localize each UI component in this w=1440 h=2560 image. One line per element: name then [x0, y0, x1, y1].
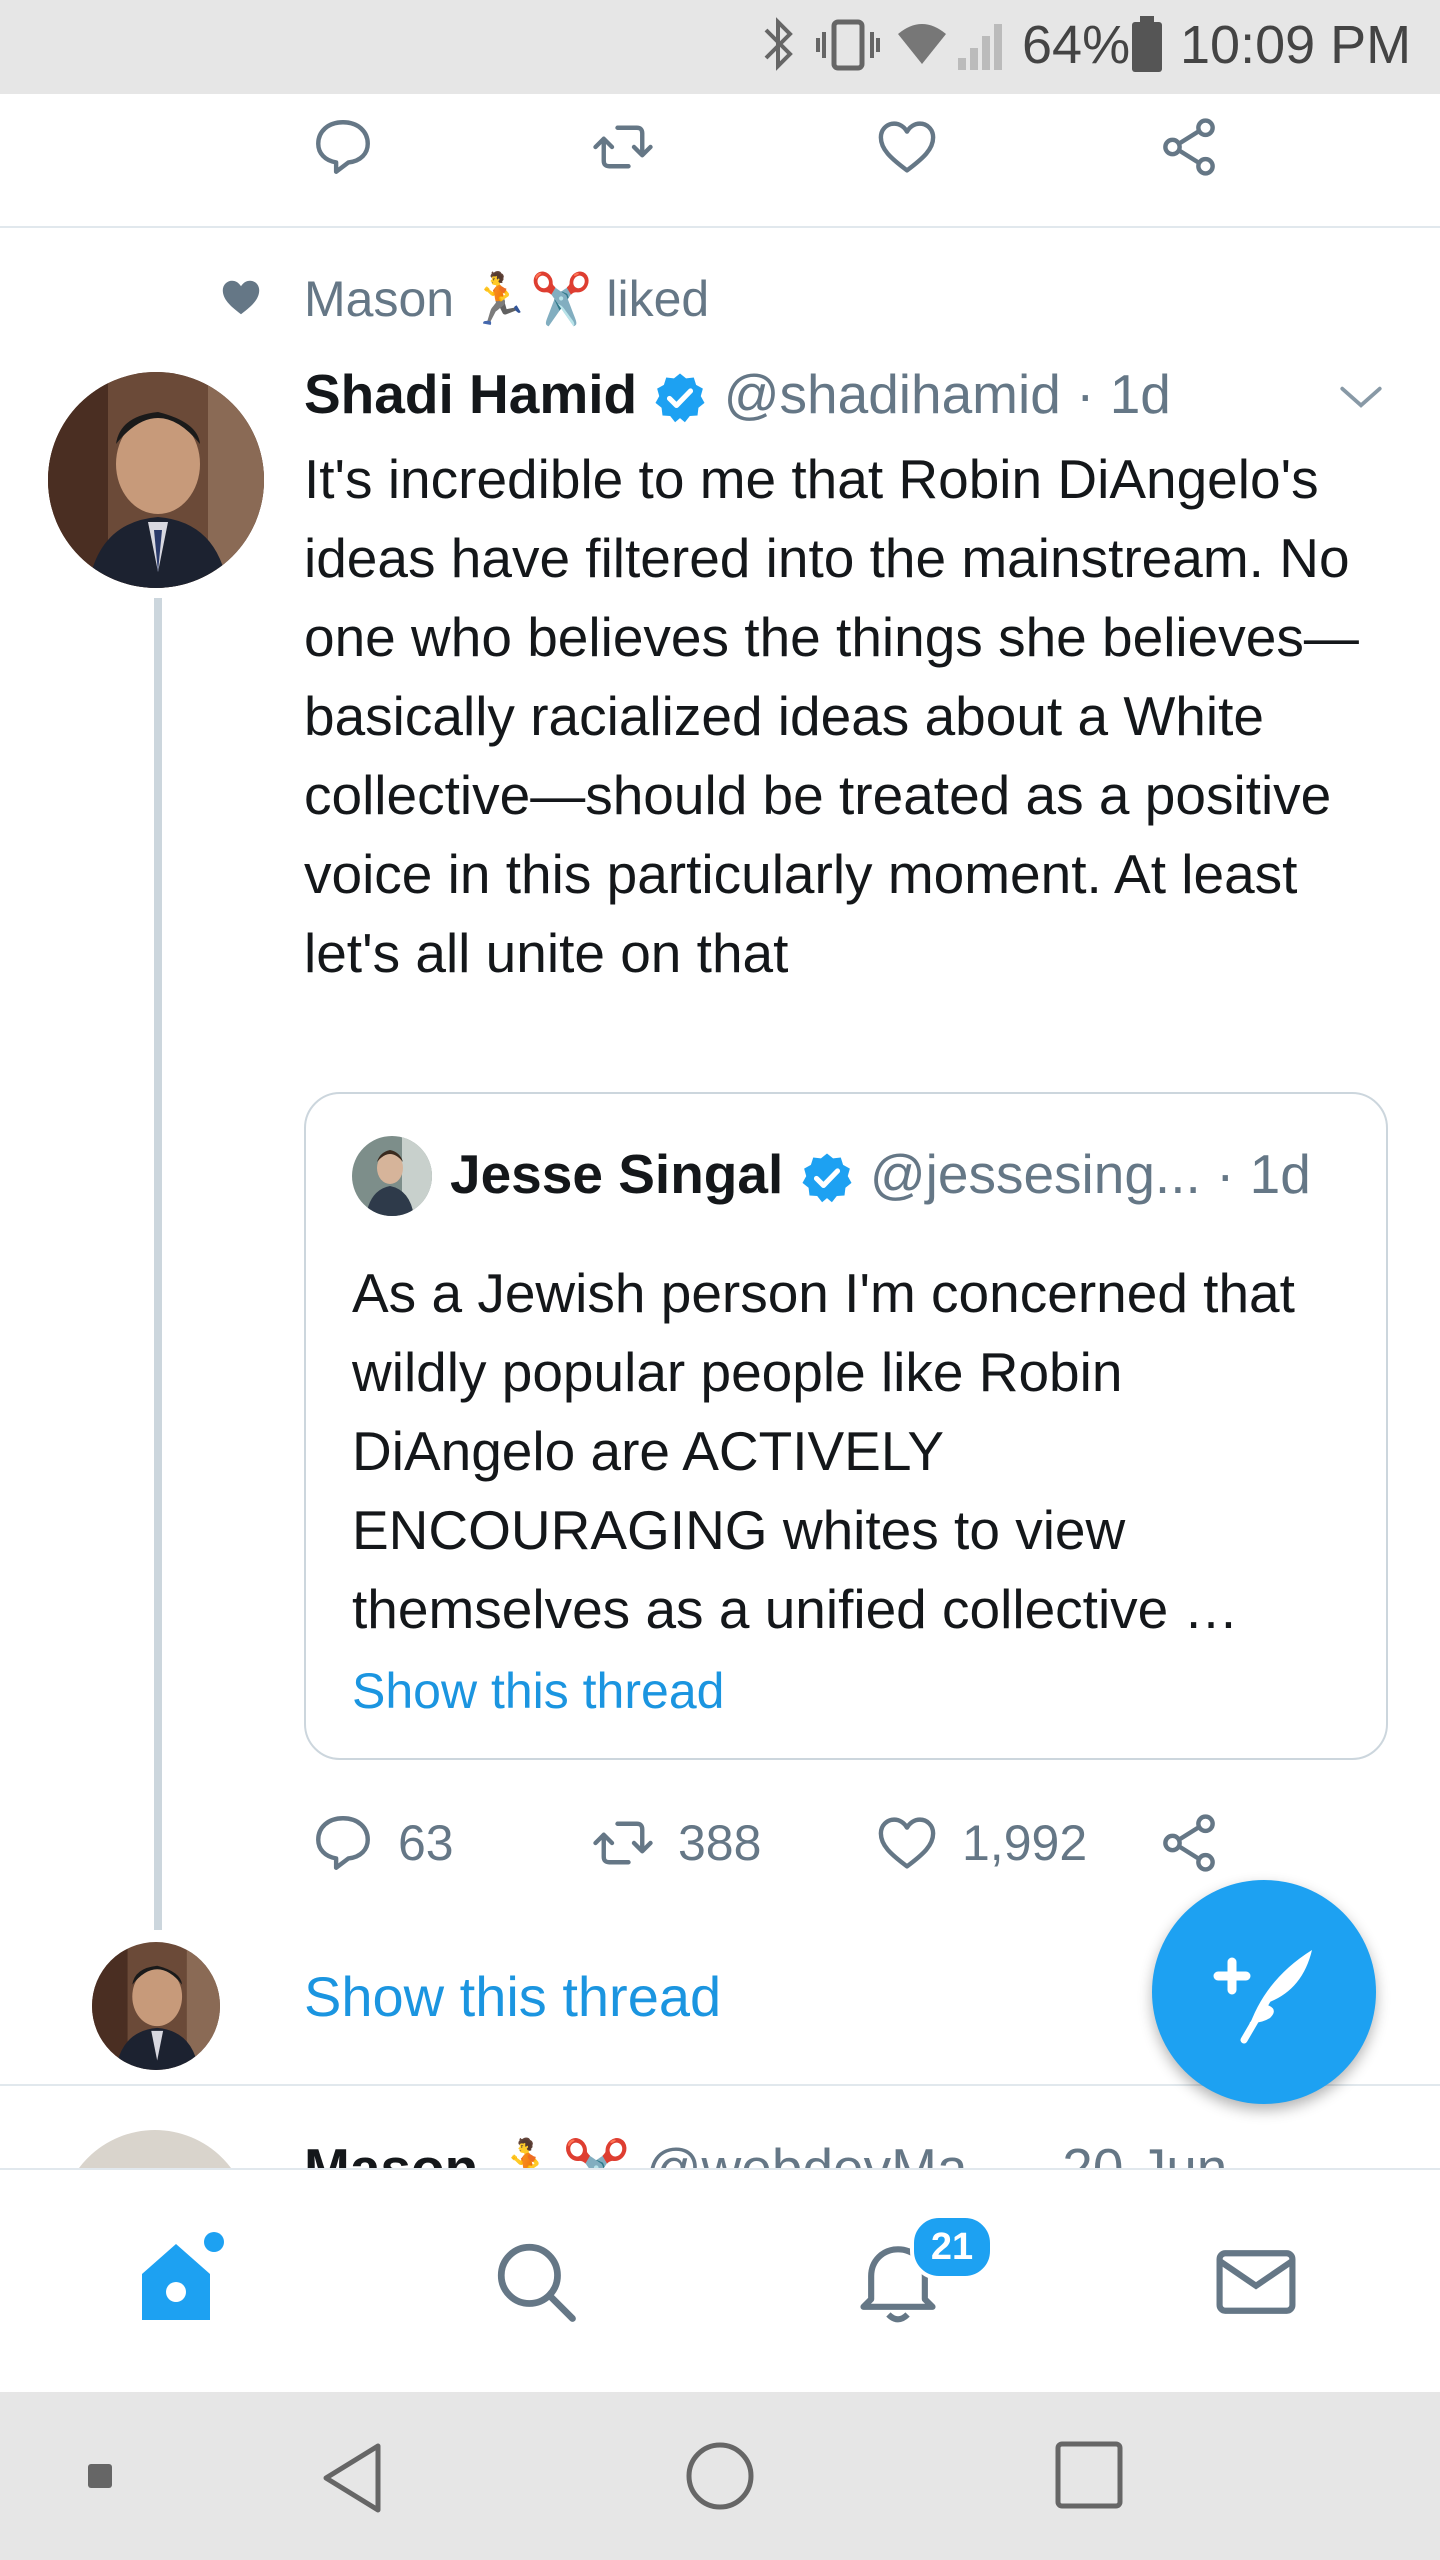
next-tweet-header: Mason 🏃✂️ @webdevMa... · 20 Jun [304, 2136, 1227, 2168]
retweet-count: 388 [678, 1815, 762, 1871]
back-button[interactable] [318, 2440, 388, 2521]
home-circle-icon [686, 2442, 754, 2510]
share-icon [1163, 118, 1215, 176]
battery-icon [1130, 14, 1164, 87]
system-nav-bar [0, 2392, 1440, 2560]
avatar[interactable] [48, 372, 264, 588]
nav-messages[interactable] [1210, 2236, 1302, 2333]
share-button[interactable] [1156, 1810, 1222, 1876]
next-tweet-time: · 20 Jun [1028, 2137, 1228, 2168]
tweet-text: It's incredible to me that Robin DiAngel… [304, 448, 1365, 984]
next-tweet-avatar [60, 2130, 250, 2168]
like-button[interactable]: 1,992 [874, 1810, 1087, 1876]
search-icon [497, 2243, 576, 2322]
share-icon [1163, 1814, 1215, 1872]
retweet-button[interactable]: 388 [590, 1810, 761, 1876]
notifications-badge: 21 [910, 2214, 994, 2280]
share-button[interactable] [1156, 114, 1222, 180]
nav-search[interactable] [490, 2236, 580, 2331]
reply-button[interactable] [310, 114, 376, 180]
reply-count: 63 [398, 1815, 454, 1871]
mail-icon [1216, 2250, 1296, 2314]
next-author-handle: @webdevMa... [645, 2137, 1014, 2168]
social-action: liked [606, 271, 710, 327]
recents-button[interactable] [1054, 2440, 1124, 2515]
reply-icon [316, 120, 370, 174]
tweet-header: Shadi Hamid @shadihamid · 1d [304, 362, 1171, 426]
like-icon [878, 1817, 936, 1869]
liker-name: Mason [304, 271, 455, 327]
like-icon [878, 121, 936, 173]
author-name[interactable]: Shadi Hamid [304, 363, 637, 425]
bluetooth-icon [762, 14, 796, 87]
verified-badge-icon [802, 1153, 852, 1203]
retweet-icon [593, 1821, 653, 1865]
quoted-time: · 1d [1216, 1143, 1311, 1205]
reply-button[interactable]: 63 [310, 1810, 454, 1876]
tweet-time: · 1d [1076, 363, 1171, 425]
quoted-tweet[interactable]: Jesse Singal @jessesing... · 1d As a Jew… [304, 1092, 1388, 1760]
thread-avatar[interactable] [92, 1942, 220, 2070]
compose-tweet-button[interactable] [1152, 1880, 1376, 2104]
vibrate-icon [816, 14, 880, 87]
signal-icon [954, 14, 1010, 87]
chevron-down-icon [1340, 386, 1382, 408]
home-nav-button[interactable] [684, 2440, 756, 2517]
quoted-header: Jesse Singal @jessesing... · 1d [450, 1142, 1311, 1206]
quoted-text: As a Jewish person I'm concerned that wi… [352, 1262, 1295, 1640]
show-thread-link[interactable]: Show this thread [304, 1964, 721, 2029]
tweet-divider [0, 226, 1440, 228]
quoted-author-name: Jesse Singal [450, 1143, 784, 1205]
tweet-menu-button[interactable] [1336, 372, 1386, 427]
compose-feather-icon [1213, 1950, 1312, 2044]
social-context[interactable]: Mason 🏃✂️ liked [304, 270, 709, 329]
retweet-button[interactable] [590, 114, 656, 180]
quoted-show-thread-link[interactable]: Show this thread [352, 1662, 724, 1720]
like-button[interactable] [874, 114, 940, 180]
home-icon [142, 2232, 224, 2320]
battery-percent: 64% [1022, 15, 1131, 75]
nav-home[interactable] [130, 2224, 234, 2333]
liker-emoji: 🏃✂️ [467, 271, 593, 327]
wifi-icon [896, 14, 948, 87]
author-handle[interactable]: @shadihamid [724, 363, 1061, 425]
dual-window-icon[interactable] [88, 2464, 112, 2488]
thread-line [154, 598, 162, 1930]
like-count: 1,992 [962, 1815, 1088, 1871]
back-triangle-icon [323, 2443, 381, 2513]
quoted-handle: @jessesing... [869, 1143, 1201, 1205]
next-author-name: Mason [304, 2137, 479, 2168]
recents-square-icon [1055, 2441, 1123, 2509]
retweet-icon [593, 125, 653, 169]
next-author-emoji: 🏃✂️ [493, 2137, 631, 2168]
reply-icon [316, 1816, 370, 1870]
bottom-nav: 21 [0, 2168, 1440, 2394]
status-bar: 64% 10:09 PM [0, 0, 1440, 94]
liked-heart-icon [218, 274, 264, 325]
clock: 10:09 PM [1180, 15, 1412, 75]
quoted-avatar [352, 1136, 432, 1216]
verified-badge-icon [655, 373, 705, 423]
